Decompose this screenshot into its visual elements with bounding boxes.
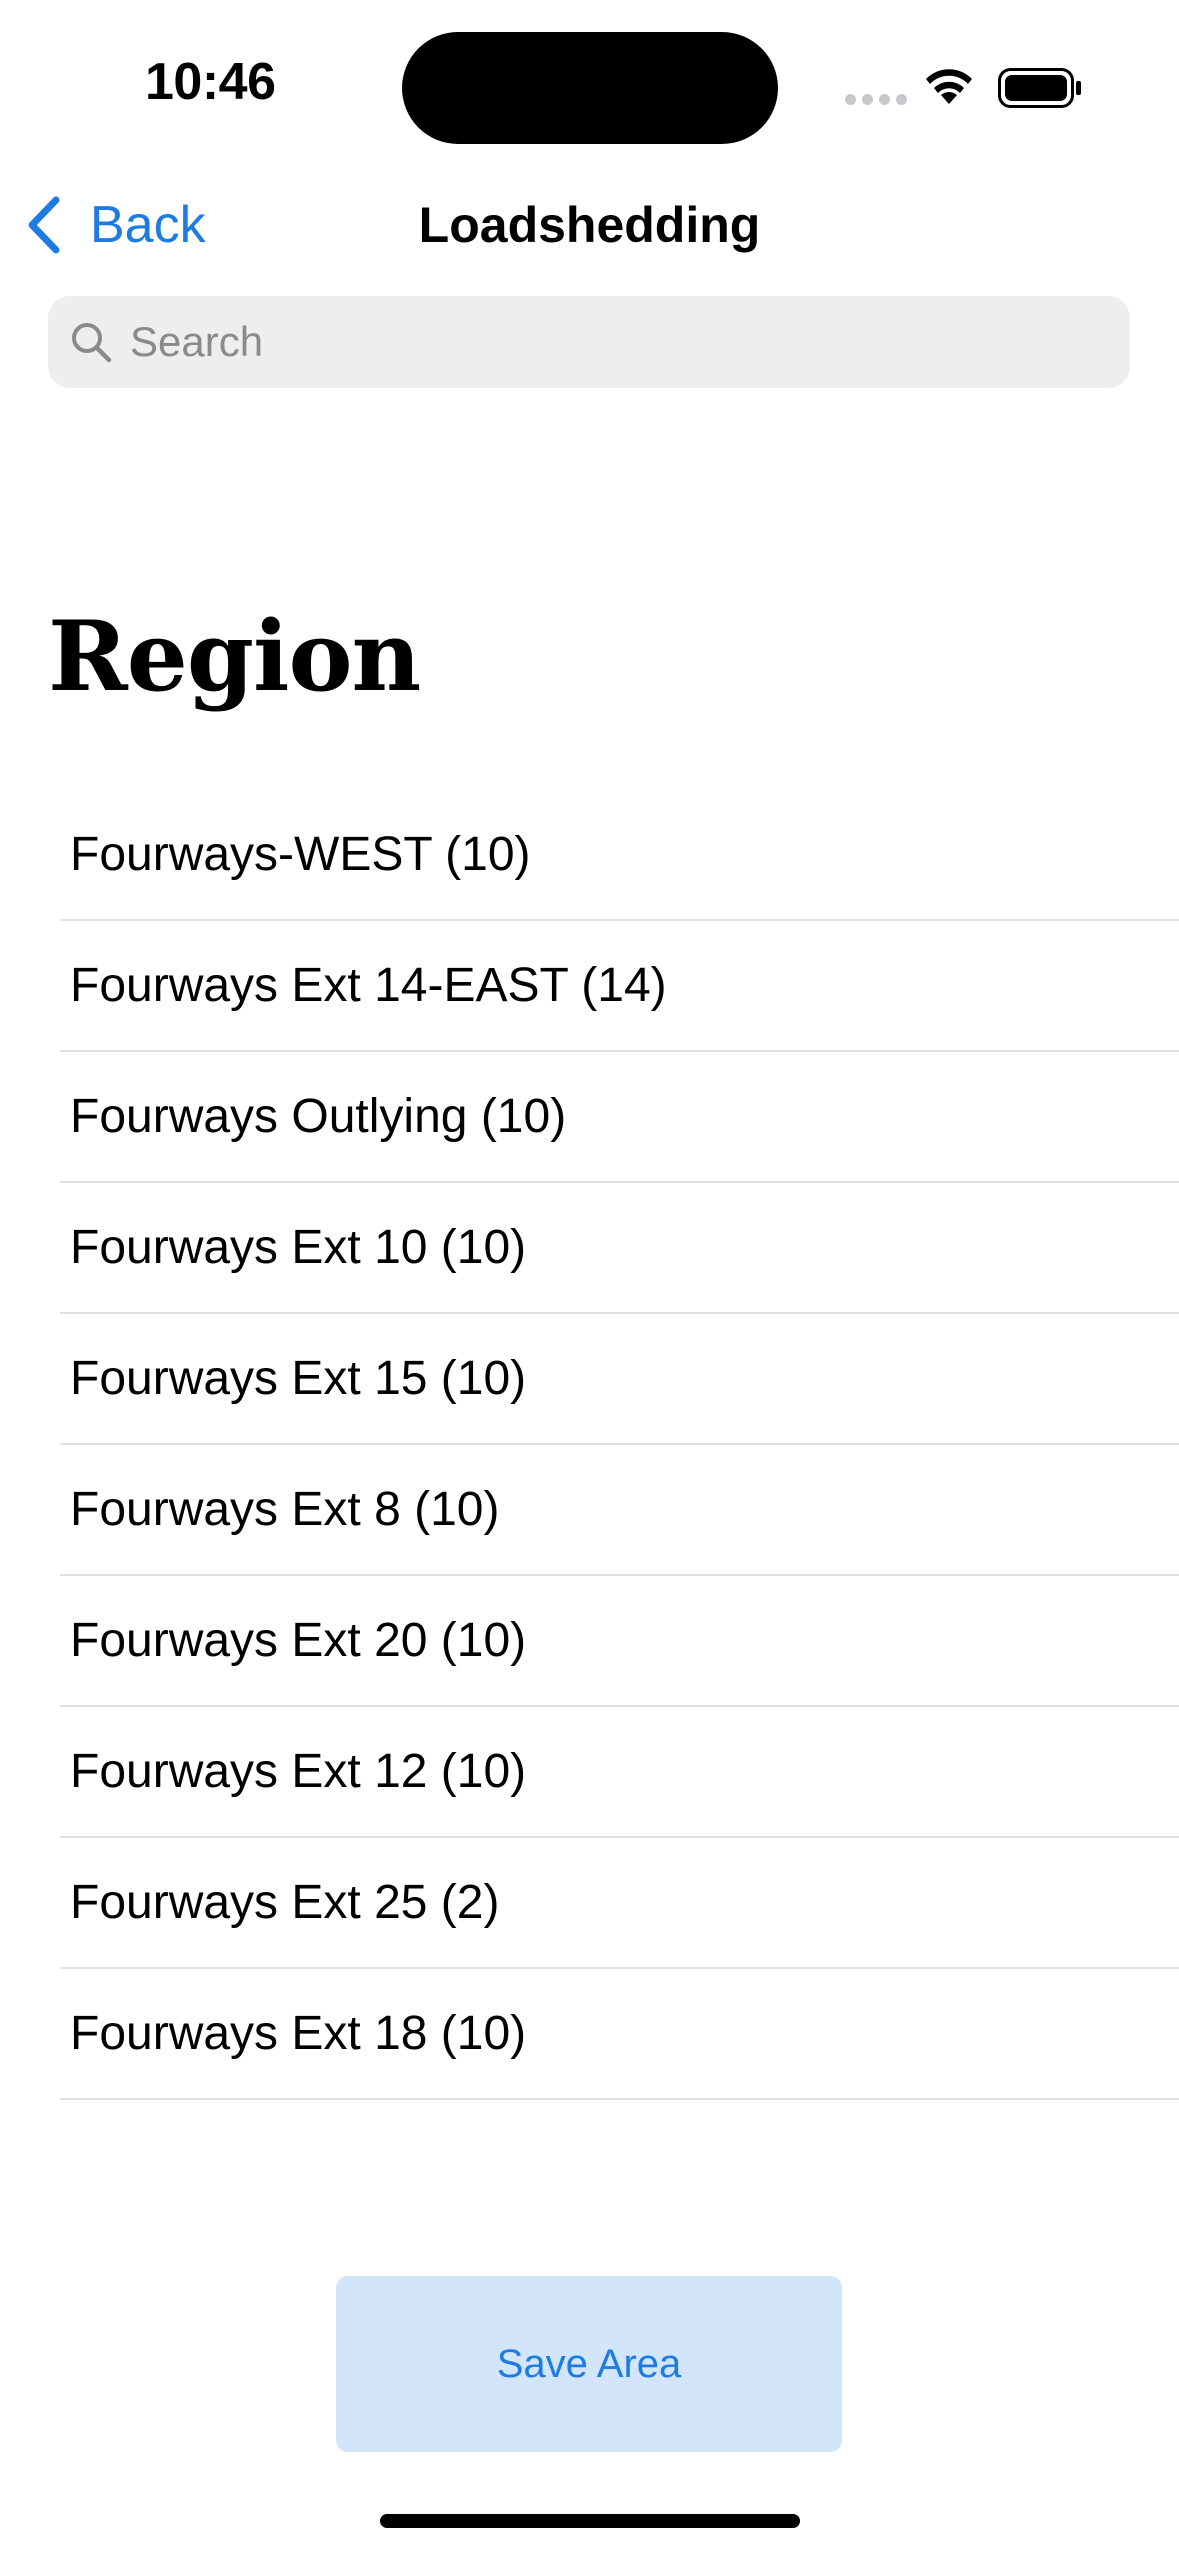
- list-item[interactable]: Fourways-WEST (10): [60, 790, 1179, 921]
- search-input[interactable]: [128, 317, 1092, 367]
- home-indicator: [380, 2514, 800, 2528]
- list-item[interactable]: Fourways Ext 14-EAST (14): [60, 921, 1179, 1052]
- wifi-icon: [926, 69, 972, 104]
- save-area-button[interactable]: Save Area: [336, 2276, 842, 2452]
- list-item[interactable]: Fourways Ext 25 (2): [60, 1838, 1179, 1969]
- search-field[interactable]: [48, 296, 1130, 388]
- list-item[interactable]: Fourways Ext 20 (10): [60, 1576, 1179, 1707]
- region-list: Fourways-WEST (10) Fourways Ext 14-EAST …: [60, 790, 1179, 2100]
- list-item[interactable]: Fourways Ext 10 (10): [60, 1183, 1179, 1314]
- battery-icon: [998, 68, 1081, 108]
- status-time: 10:46: [145, 53, 276, 111]
- list-item[interactable]: Fourways Ext 18 (10): [60, 1969, 1179, 2100]
- list-item[interactable]: Fourways Outlying (10): [60, 1052, 1179, 1183]
- list-item[interactable]: Fourways Ext 8 (10): [60, 1445, 1179, 1576]
- search-icon: [72, 323, 112, 363]
- page-title: Loadshedding: [418, 197, 761, 253]
- list-item[interactable]: Fourways Ext 15 (10): [60, 1314, 1179, 1445]
- list-item[interactable]: Fourways Ext 12 (10): [60, 1707, 1179, 1838]
- dynamic-island: [402, 32, 778, 144]
- section-title: Region: [48, 600, 421, 713]
- cellular-signal-icon: [845, 94, 907, 105]
